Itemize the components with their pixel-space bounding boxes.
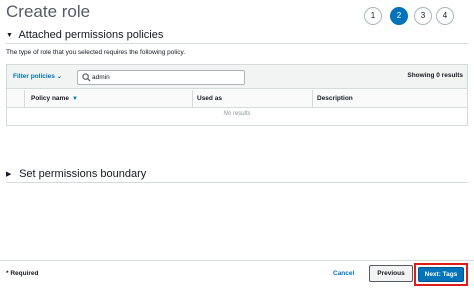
- policies-table: Filter policies ⌄ admin Showing 0 results…: [6, 64, 468, 126]
- footer-bar: * Required Cancel Previous Next: Tags: [0, 260, 474, 292]
- column-header-description[interactable]: Description: [312, 90, 467, 108]
- search-icon: [82, 73, 91, 82]
- sort-desc-icon: ▼: [71, 96, 78, 102]
- table-toolbar: Filter policies ⌄ admin Showing 0 results: [7, 65, 467, 89]
- divider: [6, 182, 468, 183]
- empty-state: No results: [223, 111, 251, 117]
- page-title: Create role: [6, 2, 91, 21]
- required-note: * Required: [6, 270, 39, 277]
- search-input[interactable]: admin: [77, 70, 245, 85]
- table-header: Policy name ▼ Used as Description: [7, 90, 467, 108]
- next-button-highlight: Next: Tags: [414, 263, 468, 286]
- caret-right-icon: ▶: [6, 171, 12, 178]
- divider: [6, 43, 468, 44]
- permissions-boundary-toggle[interactable]: ▶ Set permissions boundary: [6, 168, 146, 180]
- cancel-link[interactable]: Cancel: [333, 270, 354, 277]
- select-column-header: [7, 90, 24, 108]
- attached-policies-toggle[interactable]: ▼ Attached permissions policies: [6, 29, 163, 41]
- column-header-used-as[interactable]: Used as: [192, 90, 312, 108]
- filter-policies-dropdown[interactable]: Filter policies ⌄: [13, 73, 62, 80]
- filter-policies-label: Filter policies: [13, 73, 55, 80]
- next-tags-button[interactable]: Next: Tags: [418, 267, 464, 282]
- permissions-boundary-heading: Set permissions boundary: [19, 168, 147, 180]
- step-3[interactable]: 3: [414, 7, 432, 25]
- results-count: Showing 0 results: [407, 72, 463, 79]
- search-value: admin: [92, 74, 110, 81]
- attached-policies-description: The type of role that you selected requi…: [6, 49, 186, 56]
- attached-policies-heading: Attached permissions policies: [18, 29, 164, 41]
- column-header-label: Policy name: [31, 95, 69, 102]
- previous-button[interactable]: Previous: [369, 265, 413, 282]
- step-indicator: 1 2 3 4: [364, 7, 474, 27]
- caret-down-icon: ▼: [6, 32, 13, 39]
- step-4[interactable]: 4: [436, 7, 454, 25]
- step-1[interactable]: 1: [364, 7, 382, 25]
- chevron-down-icon: ⌄: [56, 74, 62, 80]
- step-2-current[interactable]: 2: [390, 7, 408, 25]
- column-header-policy-name[interactable]: Policy name ▼: [24, 90, 192, 108]
